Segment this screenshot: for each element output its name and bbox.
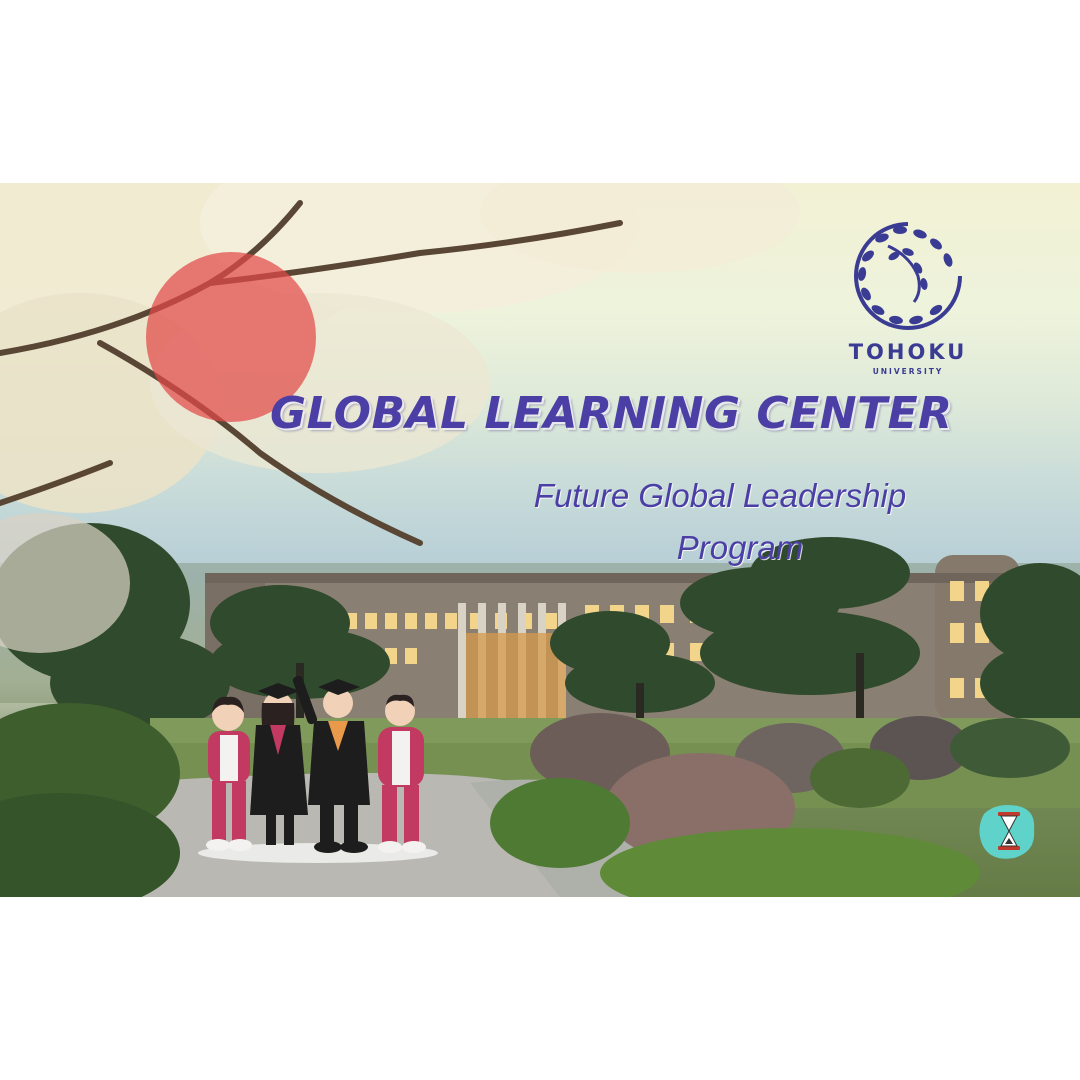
banner-subtitle: Future Global Leadership Program [470,470,970,574]
subtitle-line-1: Future Global Leadership [533,477,907,514]
tohoku-logo [848,216,968,336]
subtitle-line-2: Program [676,529,804,566]
hourglass-icon [979,805,1035,859]
leaf-wreath-icon [854,222,962,330]
logo-name: TOHOKU [848,340,968,364]
timer-badge [978,800,1038,862]
banner-title: GLOBAL LEARNING CENTER [270,388,953,439]
logo-subtitle: UNIVERSITY [872,367,944,376]
graduates-illustration [198,675,438,863]
